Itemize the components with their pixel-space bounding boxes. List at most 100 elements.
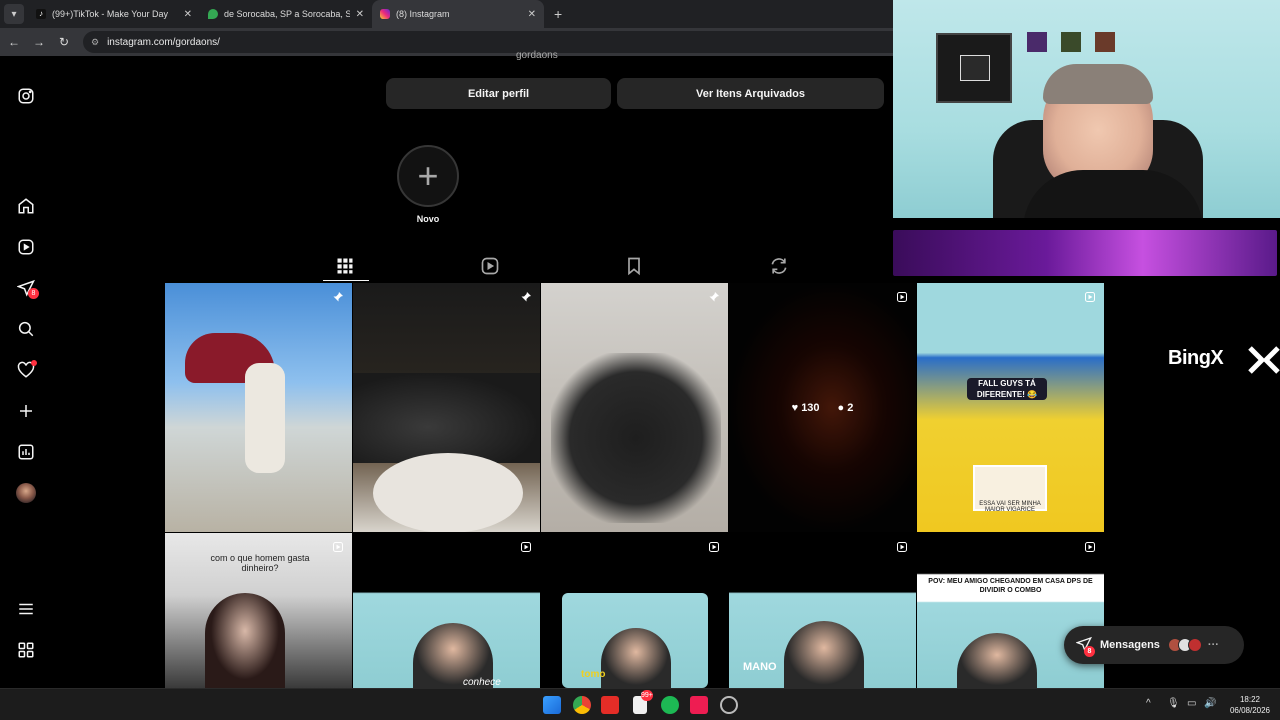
spotify-icon[interactable] (661, 696, 679, 714)
create-plus-icon[interactable] (16, 401, 36, 421)
grid-post[interactable]: com o que homem gasta dinheiro? (165, 533, 352, 688)
close-icon[interactable]: ✕ (528, 9, 536, 20)
volume-icon[interactable]: 🔊 (1204, 698, 1216, 709)
post-caption: com o que homem gasta dinheiro? (210, 553, 310, 573)
home-icon[interactable] (16, 196, 36, 216)
network-icon[interactable]: ▭ (1187, 698, 1196, 709)
grid-post[interactable]: POV: MEU AMIGO CHEGANDO EM CASA DPS DE D… (917, 533, 1104, 688)
chrome-icon[interactable] (573, 696, 591, 714)
post-overlay-text: tomo (581, 669, 606, 680)
edit-profile-button[interactable]: Editar perfil (386, 78, 611, 109)
messages-label: Mensagens (1100, 639, 1160, 651)
grid-post[interactable]: tomo (541, 533, 728, 688)
grid-post[interactable] (353, 283, 540, 532)
obs-icon[interactable] (720, 696, 738, 714)
post-overlay-text: MANO (743, 661, 777, 673)
wall-frame (1027, 32, 1047, 52)
contact-avatar (1187, 638, 1202, 652)
youtube-icon[interactable] (601, 696, 619, 714)
view-archive-button[interactable]: Ver Itens Arquivados (617, 78, 884, 109)
webcam-overlay (893, 0, 1280, 218)
tab-search-button[interactable]: ▾ (4, 4, 24, 24)
post-hover-stats: ♥ 130 ● 2 (729, 283, 916, 532)
reel-icon (521, 542, 531, 552)
close-icon[interactable]: ✕ (356, 9, 364, 20)
active-tab-indicator (323, 280, 369, 281)
new-tab-button[interactable]: + (554, 6, 562, 22)
tiktok-icon[interactable] (690, 696, 708, 714)
post-subtitle-text: ESSA VAI SER MINHA MAIOR VIGARICE (973, 465, 1047, 513)
reel-icon (1085, 292, 1095, 302)
group-photo-shape (551, 353, 721, 523)
profile-avatar[interactable] (16, 483, 36, 503)
site-info-icon[interactable]: ⚙ (91, 37, 99, 48)
notifications-heart-icon[interactable] (16, 360, 37, 380)
streamer-hair (1043, 64, 1153, 104)
heart-icon: ♥ (791, 401, 799, 414)
comments-count: 2 (847, 401, 854, 414)
logo-frame (960, 55, 990, 81)
instagram-logo-icon[interactable] (16, 86, 36, 106)
profile-tabs (165, 250, 895, 282)
grid-post[interactable]: conhece (353, 533, 540, 688)
instagram-sidebar: 8 (0, 56, 54, 688)
likes-stat: ♥ 130 (792, 402, 820, 414)
likes-count: 130 (801, 401, 820, 414)
post-overlay-text: conhece (463, 677, 501, 688)
microphone-icon[interactable]: 🎙 (1167, 698, 1180, 709)
clock-time: 18:22 (1239, 695, 1261, 704)
notification-dot (31, 360, 37, 366)
tab-reels-icon[interactable] (480, 256, 500, 276)
search-icon[interactable] (16, 319, 36, 339)
pinned-icon (333, 292, 343, 302)
plus-icon: + (417, 155, 439, 196)
close-icon[interactable]: ✕ (184, 9, 192, 20)
dashboard-icon[interactable] (16, 442, 36, 462)
new-highlight-label: Novo (416, 214, 440, 224)
recent-contacts (1167, 638, 1202, 652)
grid-post[interactable] (541, 283, 728, 532)
windows-start-icon[interactable] (543, 696, 561, 714)
face-shape (784, 621, 864, 688)
grid-post[interactable]: MANO (729, 533, 916, 688)
reel-icon (333, 542, 343, 552)
bingx-logo-icon (1248, 346, 1280, 374)
also-from-meta-icon[interactable] (16, 640, 36, 660)
wall-frame (936, 33, 1012, 103)
more-icon: ··· (1207, 639, 1219, 651)
tab-reposts-icon[interactable] (769, 256, 789, 276)
reload-icon[interactable]: ↻ (53, 35, 75, 49)
system-clock[interactable]: 18:22 06/08/2026 (1224, 694, 1276, 716)
messages-button[interactable]: 8 Mensagens ··· (1064, 626, 1244, 664)
tiktok-icon: ♪ (36, 9, 46, 19)
reel-icon (709, 542, 719, 552)
tab-posts-grid-icon[interactable] (335, 256, 355, 276)
forward-icon[interactable]: → (28, 35, 50, 49)
taskbar: 99+ ^ 🎙 ▭ 🔊 18:22 06/08/2026 (0, 688, 1280, 720)
grid-post[interactable] (165, 283, 352, 532)
messages-badge: 8 (1084, 645, 1095, 657)
tab-instagram[interactable]: (8) Instagram ✕ (372, 0, 544, 28)
reel-icon (897, 292, 907, 302)
grid-post[interactable]: ♥ 130 ● 2 (729, 283, 916, 532)
tab-tiktok[interactable]: ♪ (99+)TikTok - Make Your Day ✕ (28, 0, 200, 28)
grid-post[interactable]: FALL GUYS TÁ DIFERENTE! 😂 ESSA VAI SER M… (917, 283, 1104, 532)
menu-icon[interactable] (16, 599, 36, 619)
new-highlight-button[interactable]: + (397, 145, 459, 207)
direct-messages-icon[interactable]: 8 (16, 278, 39, 299)
group-shape (353, 373, 540, 463)
face-shape (205, 593, 285, 688)
reels-icon[interactable] (16, 237, 36, 257)
reel-icon (897, 542, 907, 552)
pinned-icon (709, 292, 719, 302)
direct-messages-icon: 8 (1075, 636, 1095, 657)
clock-date: 06/08/2026 (1229, 706, 1271, 715)
tab-title: (99+)TikTok - Make Your Day (52, 9, 168, 19)
wall-frame (1095, 32, 1115, 52)
maps-icon (208, 9, 218, 19)
notes-icon[interactable]: 99+ (633, 690, 653, 714)
back-icon[interactable]: ← (3, 35, 25, 49)
tab-maps[interactable]: de Sorocaba, SP a Sorocaba, SP ✕ (200, 0, 372, 28)
tab-saved-icon[interactable] (624, 256, 644, 276)
tray-chevron-icon[interactable]: ^ (1146, 698, 1151, 709)
